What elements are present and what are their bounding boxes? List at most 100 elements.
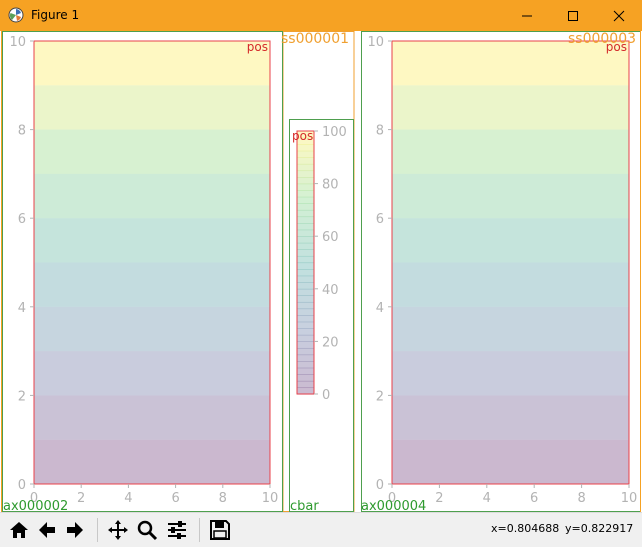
ax000004-cell	[392, 41, 629, 86]
home-button[interactable]	[5, 516, 33, 544]
cbar-pos-label: pos	[292, 129, 313, 143]
cbar-gradient-segment	[297, 203, 314, 211]
ax000002-x-tick-label: 2	[77, 491, 85, 506]
ax000004-cell	[392, 129, 629, 174]
cbar-tick-label: 60	[322, 230, 339, 245]
zoom-button[interactable]	[133, 516, 161, 544]
cbar-gradient-segment	[297, 354, 314, 362]
minimize-icon	[522, 15, 532, 16]
ax000002-cell	[34, 129, 270, 174]
cbar-gradient-segment	[297, 242, 314, 250]
cbar-gradient-segment	[297, 347, 314, 356]
cbar-gradient-segment	[297, 328, 314, 336]
cbar-tick-label: 100	[322, 125, 347, 140]
save-button[interactable]	[206, 516, 234, 544]
cbar-gradient-segment	[297, 236, 314, 244]
cbar-gradient-segment	[297, 288, 314, 296]
ax000002-pos-label: pos	[247, 40, 268, 54]
forward-button[interactable]	[61, 516, 89, 544]
cbar-gradient-segment	[297, 255, 314, 264]
cbar-gradient-segment	[297, 269, 314, 277]
ax000004-x-tick-label: 2	[435, 491, 443, 506]
zoom-icon	[137, 520, 158, 541]
ax000004-y-tick-label: 4	[376, 301, 384, 316]
cbar-gradient-segment	[297, 150, 314, 158]
pan-icon	[108, 520, 128, 540]
ax000002-cell	[34, 218, 270, 263]
cbar-tick-label: 40	[322, 283, 339, 298]
ax000004-y-tick-label: 8	[376, 124, 384, 139]
title-bar: Figure 1	[0, 0, 642, 31]
cbar-gradient-segment	[297, 262, 314, 270]
ax000004-y-tick-label: 6	[376, 212, 384, 227]
cbar-tick-label: 20	[322, 335, 339, 350]
ax000004-cell	[392, 306, 629, 352]
cbar-gradient-segment	[297, 144, 314, 152]
maximize-button[interactable]	[550, 0, 596, 31]
toolbar-separator	[97, 518, 98, 542]
cbar-gradient-segment	[297, 216, 314, 224]
back-button[interactable]	[33, 516, 61, 544]
cbar-gradient-segment	[297, 367, 314, 375]
ax000004-y-tick-label: 10	[367, 35, 384, 50]
cbar-gradient-segment	[297, 380, 314, 389]
ax000002-cell	[34, 173, 270, 219]
ax000002-cell	[34, 41, 270, 86]
cbar-gradient-segment	[297, 275, 314, 283]
toolbar-separator	[199, 518, 200, 542]
cbar-gradient-segment	[297, 374, 314, 382]
home-icon	[10, 522, 28, 538]
ax000004-y-tick-label: 2	[376, 389, 384, 404]
save-icon	[210, 520, 230, 540]
figure-canvas[interactable]: 0 2 4 6 8 10 0 2 4 6 8 10 pos 0 2 4 6 8 10 0 2 4 6 8 10 pos 0 20 40 6…	[1, 31, 641, 512]
cbar-gradient-segment	[297, 249, 314, 257]
ax000002-cell	[34, 351, 270, 396]
forward-arrow-icon	[67, 522, 83, 538]
ax000002-cell	[34, 85, 270, 130]
cbar-gradient-segment	[297, 170, 314, 178]
ax000002-y-tick-label: 6	[18, 212, 26, 227]
ax000004-cell	[392, 439, 629, 484]
subplotspec-frame	[282, 31, 355, 512]
ax000002-y-tick-label: 0	[18, 478, 26, 493]
ax000004-cell	[392, 218, 629, 263]
ax000002-y-tick-label: 8	[18, 124, 26, 139]
ax000004-x-tick-label: 4	[483, 491, 491, 506]
cbar-gradient-segment	[297, 341, 314, 349]
ax000002-y-tick-label: 2	[18, 389, 26, 404]
ax000002-x-tick-label: 8	[219, 491, 227, 506]
ax000002-x-tick-label: 4	[124, 491, 132, 506]
cbar-gradient-segment	[297, 321, 314, 329]
window-title: Figure 1	[31, 8, 80, 22]
cbar-gradient-segment	[297, 177, 314, 185]
configure-subplots-icon	[168, 521, 186, 539]
ax000004-cell	[392, 173, 629, 219]
ax000004-x-tick-label: 8	[577, 491, 585, 506]
minimize-button[interactable]	[504, 0, 550, 31]
ax000004-x-tick-label: 6	[530, 491, 538, 506]
ax000002-cell	[34, 262, 270, 307]
cbar-gradient-segment	[297, 183, 314, 191]
cbar-gradient-segment	[297, 334, 314, 342]
cbar-gradient-segment	[297, 282, 314, 290]
ax000002-cell	[34, 439, 270, 484]
ax000004-label: ax000004	[361, 499, 426, 512]
cbar-tick-label: 80	[322, 178, 339, 193]
cbar-gradient-segment	[297, 361, 314, 369]
ax000004-x-tick-label: 10	[621, 491, 638, 506]
cbar-gradient-segment	[297, 209, 314, 218]
cbar-gradient-segment	[297, 223, 314, 231]
close-icon	[613, 10, 625, 21]
ax000002-x-tick-label: 10	[262, 491, 279, 506]
cbar-gradient-segment	[297, 229, 314, 237]
cursor-x-readout: x=0.804688	[491, 522, 560, 535]
configure-subplots-button[interactable]	[163, 516, 191, 544]
pan-button[interactable]	[104, 516, 132, 544]
close-button[interactable]	[596, 0, 642, 31]
ax000004-y-tick-label: 0	[376, 478, 384, 493]
ax000004-cell	[392, 351, 629, 396]
ax000002-y-tick-label: 10	[9, 35, 26, 50]
ax000002-x-tick-label: 6	[171, 491, 179, 506]
cbar-gradient-segment	[297, 308, 314, 316]
maximize-icon	[568, 10, 578, 21]
